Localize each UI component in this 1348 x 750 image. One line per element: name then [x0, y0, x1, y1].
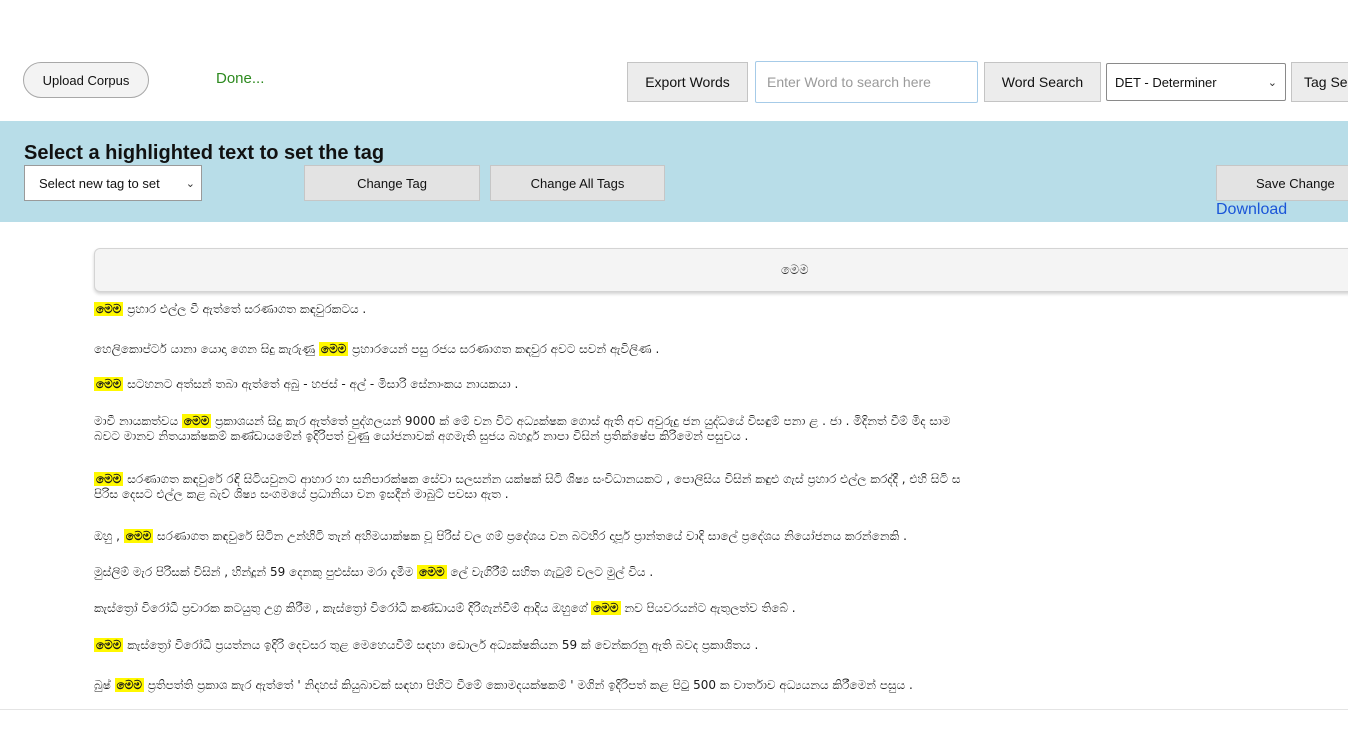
word-search-input[interactable] [755, 61, 978, 103]
highlighted-word[interactable]: මෙම [94, 302, 124, 316]
export-words-button[interactable]: Export Words [627, 62, 748, 102]
sentence-text: මාවී නායකත්වය [94, 414, 182, 428]
upload-status: Done... [216, 70, 265, 87]
sentence-text: මුස්ලිම් මැර පිරිසක් විසින් , හින්දූන් 5… [94, 565, 418, 579]
sentence-text: ප්‍රහාර එල්ල වී ඇත්තේ සරණාගත කඳවුරකටය . [123, 302, 367, 316]
sentence-text: ප්‍රකාශයන් සිදු කැර ඇත්තේ පුද්ගලයන් 9000… [211, 414, 951, 428]
highlighted-word[interactable]: මෙම [123, 529, 154, 543]
sentence-row: මෙම සරණාගත කඳවුරේ රඳි සිටියවුනට ආහාර හා … [94, 472, 960, 502]
sentence-text: පිරිස දෙසට එල්ල කළ බැව් ශිෂ්‍ය සංගමයේ ප්… [94, 487, 509, 501]
sentence-row: කැස්ත්‍රෝ විරෝධී ප්‍රචාරක කටයුතු උග්‍ර ක… [94, 601, 796, 616]
sentence-row: මාවී නායකත්වය මෙම ප්‍රකාශයන් සිදු කැර ඇත… [94, 414, 951, 444]
chevron-down-icon: ⌄ [1267, 76, 1277, 89]
sentence-line: මෙම සරණාගත කඳවුරේ රඳි සිටියවුනට ආහාර හා … [94, 472, 960, 487]
tag-search-button[interactable]: Tag Se [1291, 62, 1348, 102]
sentence-row: මුස්ලිම් මැර පිරිසක් විසින් , හින්දූන් 5… [94, 565, 653, 580]
sentence-line: මාවී නායකත්වය මෙම ප්‍රකාශයන් සිදු කැර ඇත… [94, 414, 951, 429]
sentence-text: ඔහු , [94, 529, 124, 543]
chevron-down-icon: ⌄ [185, 177, 195, 190]
sentence-text: බවට මානව නිතයාක්ෂකම් කණ්ඩායමේන් ඉදිරිපත්… [94, 429, 749, 443]
tag-edit-panel: Select a highlighted text to set the tag… [0, 121, 1348, 222]
sentence-text: නව පියවරයන්ට ඇතුලත්ව තිබේ . [620, 601, 796, 615]
new-tag-select[interactable]: Select new tag to set ⌄ [24, 165, 202, 201]
upload-corpus-button[interactable]: Upload Corpus [23, 62, 149, 98]
sentence-text: සටහනට අත්සන් තබා ඇත්තේ අබු - හජස් - අල් … [123, 377, 519, 391]
sentence-text: බුෂ් [94, 678, 115, 692]
sentence-row: ඔහු , මෙම සරණාගත කඳවුරේ සිටින උන්හිටි තැ… [94, 529, 907, 544]
sentence-text: හෙලිකොප්ටර් යානා යොදා ගෙන සිදු කැරුණු [94, 342, 319, 356]
highlighted-word[interactable]: මෙම [94, 472, 124, 486]
sentence-text: ප්‍රතිපත්ති ප්‍රකාශ කැර ඇත්තේ ' නිදහස් ක… [143, 678, 913, 692]
sentence-text: කැස්ත්‍රෝ විරෝධී ප්‍රයත්නය ඉදිරි දෙවසර ත… [123, 638, 759, 652]
sentence-text: කැස්ත්‍රෝ විරෝධී ප්‍රචාරක කටයුතු උග්‍ර ක… [94, 601, 592, 615]
sentence-text: ලේ වැගිරීම් සහිත ගැටුම් වලට මුල් විය . [446, 565, 654, 579]
top-toolbar: Upload Corpus Done... Export Words Word … [0, 0, 1348, 120]
sentence-line: බවට මානව නිතයාක්ෂකම් කණ්ඩායමේන් ඉදිරිපත්… [94, 429, 951, 444]
selected-word-banner: මෙම [94, 248, 1348, 292]
sentence-line: පිරිස දෙසට එල්ල කළ බැව් ශිෂ්‍ය සංගමයේ ප්… [94, 487, 960, 502]
word-search-button[interactable]: Word Search [984, 62, 1101, 102]
highlighted-word[interactable]: මෙම [318, 342, 349, 356]
divider [0, 709, 1348, 710]
sentence-text: සරණාගත කඳවුරේ රඳි සිටියවුනට ආහාර හා සනිප… [123, 472, 961, 486]
highlighted-word[interactable]: මෙම [181, 414, 212, 428]
change-all-tags-button[interactable]: Change All Tags [490, 165, 665, 201]
save-changes-button[interactable]: Save Change [1216, 165, 1348, 201]
sentence-row: හෙලිකොප්ටර් යානා යොදා ගෙන සිදු කැරුණු මෙ… [94, 342, 659, 357]
pos-tag-selected: DET - Determiner [1115, 74, 1217, 90]
highlighted-word[interactable]: මෙම [417, 565, 447, 579]
change-tag-button[interactable]: Change Tag [304, 165, 480, 201]
highlighted-word[interactable]: මෙම [114, 678, 144, 692]
highlighted-word[interactable]: මෙම [94, 638, 124, 652]
highlighted-word[interactable]: මෙම [94, 377, 124, 391]
sentence-row: මෙම සටහනට අත්සන් තබා ඇත්තේ අබු - හජස් - … [94, 377, 518, 392]
sentence-row: මෙම ප්‍රහාර එල්ල වී ඇත්තේ සරණාගත කඳවුරකට… [94, 302, 366, 317]
sentence-row: බුෂ් මෙම ප්‍රතිපත්ති ප්‍රකාශ කැර ඇත්තේ '… [94, 678, 913, 693]
sentence-row: මෙම කැස්ත්‍රෝ විරෝධී ප්‍රයත්නය ඉදිරි දෙව… [94, 638, 758, 653]
pos-tag-select[interactable]: DET - Determiner ⌄ [1106, 63, 1286, 101]
sentence-text: ප්‍රහාරයෙන් පසු රජය සරණාගත කඳවුර අවට සවන… [348, 342, 660, 356]
selected-word: මෙම [781, 262, 809, 278]
sentence-text: සරණාගත කඳවුරේ සිටින උන්හිටි තැන් අහිමයාක… [153, 529, 907, 543]
new-tag-placeholder: Select new tag to set [39, 175, 160, 191]
download-link[interactable]: Download [1216, 201, 1287, 219]
panel-title: Select a highlighted text to set the tag [24, 142, 385, 164]
highlighted-word[interactable]: මෙම [591, 601, 621, 615]
